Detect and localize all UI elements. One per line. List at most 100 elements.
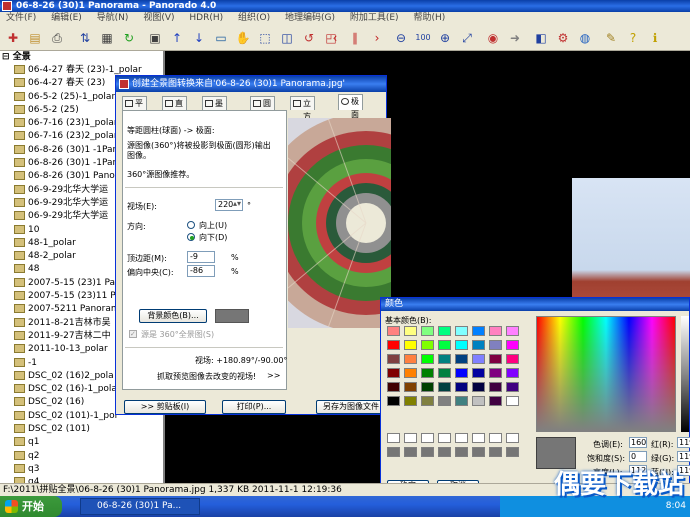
sort-icon[interactable]: ⇅: [76, 29, 94, 47]
basic-color-swatch[interactable]: [404, 396, 417, 406]
tab-cylindrical[interactable]: 圆柱: [250, 96, 275, 121]
settings-icon[interactable]: ⚙: [554, 29, 572, 47]
basic-color-swatch[interactable]: [455, 396, 468, 406]
basic-color-swatch[interactable]: [438, 354, 451, 364]
export-icon[interactable]: ➜: [506, 29, 524, 47]
basic-color-swatch[interactable]: [438, 326, 451, 336]
custom-color-swatch[interactable]: [421, 447, 434, 457]
zoom-out-icon[interactable]: ⊖: [392, 29, 410, 47]
tab-rectilinear[interactable]: 直线: [162, 96, 187, 121]
basic-color-swatch[interactable]: [455, 326, 468, 336]
basic-color-swatch[interactable]: [387, 368, 400, 378]
tree-item[interactable]: DSC_02 (101): [0, 423, 163, 436]
basic-color-swatch[interactable]: [489, 340, 502, 350]
basic-color-swatch[interactable]: [506, 326, 519, 336]
tools-icon[interactable]: ✎: [602, 29, 620, 47]
source-360-checkbox[interactable]: ✓: [129, 330, 137, 338]
custom-color-swatch[interactable]: [489, 433, 502, 443]
basic-color-swatch[interactable]: [404, 354, 417, 364]
menu-help[interactable]: 帮助(H): [407, 12, 451, 25]
taskbar-panorado-task[interactable]: 06-8-26 (30)1 Pa...: [80, 498, 200, 515]
menu-file[interactable]: 文件(F): [0, 12, 42, 25]
basic-color-swatch[interactable]: [387, 340, 400, 350]
basic-color-swatch[interactable]: [472, 368, 485, 378]
custom-color-swatch[interactable]: [438, 433, 451, 443]
custom-color-swatch[interactable]: [489, 447, 502, 457]
custom-color-swatch[interactable]: [421, 433, 434, 443]
custom-color-swatch[interactable]: [455, 447, 468, 457]
basic-color-swatch[interactable]: [404, 340, 417, 350]
menu-organize[interactable]: 组织(O): [232, 12, 276, 25]
custom-color-swatch[interactable]: [455, 433, 468, 443]
custom-color-swatch[interactable]: [506, 447, 519, 457]
basic-color-swatch[interactable]: [421, 326, 434, 336]
basic-color-swatch[interactable]: [421, 354, 434, 364]
saturation-input[interactable]: 0: [629, 451, 647, 462]
basic-color-swatch[interactable]: [472, 396, 485, 406]
fov-spinner-icon[interactable]: ▴▾: [233, 199, 241, 208]
clipboard-button[interactable]: >> 剪贴板(I): [124, 400, 206, 414]
menu-hdr[interactable]: HDR(H): [183, 12, 229, 25]
grid-icon[interactable]: ▦: [98, 29, 116, 47]
select-all-icon[interactable]: ▣: [146, 29, 164, 47]
hue-input[interactable]: 160: [629, 437, 647, 448]
start-button[interactable]: 开始: [0, 496, 62, 517]
basic-color-swatch[interactable]: [404, 382, 417, 392]
tree-item[interactable]: q2: [0, 450, 163, 463]
top-margin-input[interactable]: -9: [187, 251, 215, 263]
basic-color-swatch[interactable]: [455, 368, 468, 378]
print-button[interactable]: 打印(P)...: [222, 400, 286, 414]
basic-color-swatch[interactable]: [489, 326, 502, 336]
basic-color-swatch[interactable]: [455, 340, 468, 350]
basic-color-swatch[interactable]: [421, 340, 434, 350]
polar-preview[interactable]: [256, 113, 476, 333]
basic-color-swatch[interactable]: [472, 326, 485, 336]
basic-color-swatch[interactable]: [438, 368, 451, 378]
basic-color-swatch[interactable]: [455, 382, 468, 392]
basic-color-swatch[interactable]: [489, 354, 502, 364]
tree-root[interactable]: ⊟ 全景: [0, 51, 163, 64]
info-icon[interactable]: ℹ: [646, 29, 664, 47]
basic-color-swatch[interactable]: [472, 354, 485, 364]
basic-color-swatch[interactable]: [404, 368, 417, 378]
custom-color-swatch[interactable]: [387, 447, 400, 457]
basic-color-swatch[interactable]: [472, 382, 485, 392]
color-spectrum[interactable]: [536, 316, 676, 432]
tab-planar[interactable]: 平面: [122, 96, 147, 121]
basic-color-swatch[interactable]: [421, 368, 434, 378]
basic-color-swatch[interactable]: [506, 340, 519, 350]
custom-color-swatch[interactable]: [438, 447, 451, 457]
basic-color-swatch[interactable]: [421, 396, 434, 406]
basic-color-swatch[interactable]: [387, 382, 400, 392]
zoom-100-icon[interactable]: 100: [414, 29, 432, 47]
basic-color-swatch[interactable]: [421, 382, 434, 392]
fullscreen-icon[interactable]: ⤢: [458, 29, 476, 47]
tree-item[interactable]: q1: [0, 436, 163, 449]
next-icon[interactable]: ›: [368, 29, 386, 47]
globe-icon[interactable]: ◍: [576, 29, 594, 47]
basic-color-swatch[interactable]: [404, 326, 417, 336]
fit-icon[interactable]: ◫: [278, 29, 296, 47]
custom-color-swatch[interactable]: [387, 433, 400, 443]
center-offset-input[interactable]: -86: [187, 265, 215, 277]
basic-color-swatch[interactable]: [489, 396, 502, 406]
background-color-button[interactable]: 背景颜色(B)...: [139, 309, 207, 323]
save-image-button[interactable]: 另存为图像文件: [316, 400, 386, 414]
tree-item[interactable]: q3: [0, 463, 163, 476]
custom-color-swatch[interactable]: [404, 447, 417, 457]
prev-icon[interactable]: ‹: [326, 29, 344, 47]
pause-icon[interactable]: ∥: [346, 29, 364, 47]
tab-cube[interactable]: 立方体: [290, 96, 315, 134]
custom-color-swatch[interactable]: [472, 433, 485, 443]
basic-color-swatch[interactable]: [489, 382, 502, 392]
crop-icon[interactable]: ⬚: [256, 29, 274, 47]
basic-color-swatch[interactable]: [387, 396, 400, 406]
open-folder-icon[interactable]: ▤: [26, 29, 44, 47]
custom-color-swatch[interactable]: [506, 433, 519, 443]
basic-color-swatch[interactable]: [438, 382, 451, 392]
basic-color-swatch[interactable]: [438, 340, 451, 350]
basic-color-swatch[interactable]: [506, 396, 519, 406]
basic-color-swatch[interactable]: [387, 354, 400, 364]
hand-icon[interactable]: ✋: [234, 29, 252, 47]
green-input[interactable]: 119: [677, 451, 690, 462]
